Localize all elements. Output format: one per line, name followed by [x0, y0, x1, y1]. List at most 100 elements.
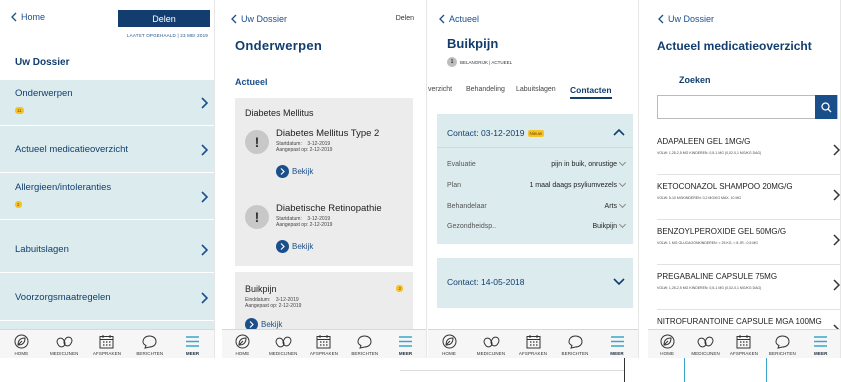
view-button[interactable]: Bekijk: [276, 240, 313, 253]
menu-item-label: Allergieen/intoleranties: [15, 182, 112, 193]
bottom-tab-bar: HOME MEDICIJNEN AFSPRAKEN BERICHTEN MEER: [222, 329, 426, 358]
contact-header[interactable]: Contact: 03-12-2019 Nieuw: [447, 128, 545, 138]
contact-panel-expanded: Contact: 03-12-2019 Nieuw Evaluatie pijn i…: [437, 114, 633, 244]
share-button[interactable]: Delen: [118, 10, 210, 27]
calendar-icon: [316, 335, 331, 349]
tab-berichten[interactable]: BERICHTEN: [763, 334, 801, 356]
tab-meer[interactable]: MEER: [596, 334, 638, 356]
tab-label: MEER: [398, 351, 413, 356]
chevron-left-icon: [11, 12, 17, 22]
medication-dose: VOLW: 1,25-2,5 MG KINDEREN: 0,5-1 MG (0,…: [657, 286, 762, 290]
tab-afspraken[interactable]: AFSPRAKEN: [725, 334, 763, 356]
tab-meer[interactable]: MEER: [171, 334, 214, 356]
tab-label: MEER: [814, 351, 828, 356]
view-label: Bekijk: [292, 242, 314, 251]
tab-label: BERICHTEN: [768, 351, 796, 356]
tab-home[interactable]: HOME: [222, 334, 263, 356]
divider-line: [684, 358, 685, 382]
arrow-right-icon: [276, 165, 289, 178]
back-label: Actueel: [449, 14, 480, 24]
tab-label: AFSPRAKEN: [729, 351, 759, 356]
app-showcase: Home Delen LAATST OPGEHAALD | 23 MEI 201…: [0, 0, 841, 382]
tab-berichten[interactable]: BERICHTEN: [344, 334, 385, 356]
medication-item[interactable]: PREGABALINE CAPSULE 75MG VOLW: 1,25-2,5 …: [657, 266, 840, 310]
medication-dose: VOLW: 1 MG GLUCAGONKINDEREN: < 25 KG, < …: [657, 241, 759, 245]
menu-item-label: Onderwerpen: [15, 88, 73, 99]
tab-meer[interactable]: MEER: [802, 334, 840, 356]
tab-home[interactable]: HOME: [428, 334, 470, 356]
tab-berichten[interactable]: BERICHTEN: [128, 334, 171, 356]
tab-medicijnen[interactable]: MEDICIJNEN: [43, 334, 86, 356]
divider-line: [400, 370, 624, 371]
chevron-up-icon[interactable]: [613, 128, 625, 136]
tab-medicijnen[interactable]: MEDICIJNEN: [686, 334, 724, 356]
topic-card-diabetes: Diabetes Mellitus ! Diabetes Mellitus Ty…: [235, 98, 413, 266]
back-actueel-link[interactable]: Actueel: [438, 14, 479, 24]
share-link[interactable]: Delen: [396, 15, 414, 22]
tab-overzicht[interactable]: verzicht: [428, 86, 452, 93]
section-heading: Actueel: [235, 77, 268, 87]
medicatie-screen: Uw Dossier Actueel medicatieoverzicht Zo…: [648, 0, 841, 358]
tab-meer[interactable]: MEER: [385, 334, 426, 356]
menu-item-voorzorgsmaatregelen[interactable]: Voorzorgsmaatregelen: [0, 275, 214, 321]
contact-row[interactable]: Gezondheidsp.. Buikpijn: [447, 220, 627, 232]
chevron-down-icon: [618, 200, 627, 209]
menu-icon: [814, 336, 828, 347]
tab-label: HOME: [442, 351, 456, 356]
menu-item-medicatieoverzicht[interactable]: Actueel medicatieoverzicht: [0, 127, 214, 173]
tab-label: MEDICIJNEN: [268, 351, 298, 356]
diagnosis-item: ! Diabetische Retinopathie Startdatum: 3…: [245, 203, 407, 263]
chat-icon: [775, 335, 790, 349]
medication-item[interactable]: KETOCONAZOL SHAMPOO 20MG/G VOLW: 5-10 MG…: [657, 176, 840, 220]
last-fetched-text: LAATST OPGEHAALD | 23 MEI 2019: [126, 33, 208, 38]
tab-label: AFSPRAKEN: [309, 351, 339, 356]
chat-icon: [142, 335, 157, 349]
tab-medicijnen[interactable]: MEDICIJNEN: [470, 334, 512, 356]
menu-item-labuitslagen[interactable]: Labuitslagen: [0, 227, 214, 273]
back-label: Uw Dossier: [241, 14, 288, 24]
search-label: Zoeken: [679, 75, 711, 85]
tab-afspraken[interactable]: AFSPRAKEN: [512, 334, 554, 356]
medication-item[interactable]: BENZOYLPEROXIDE GEL 50MG/G VOLW: 1 MG GL…: [657, 221, 840, 265]
search-field[interactable]: [657, 95, 838, 119]
tab-label: BERICHTEN: [561, 351, 589, 356]
pills-icon: [275, 336, 292, 348]
tab-label: MEER: [185, 351, 200, 356]
tab-afspraken[interactable]: AFSPRAKEN: [86, 334, 129, 356]
tab-contacten[interactable]: Contacten: [570, 85, 612, 99]
medication-item[interactable]: ADAPALEEN GEL 1MG/G VOLW: 1,25-2,5 MG KI…: [657, 131, 840, 175]
tab-afspraken[interactable]: AFSPRAKEN: [304, 334, 345, 356]
contact-panel-collapsed[interactable]: Contact: 14-05-2018: [437, 258, 633, 308]
back-dossier-link[interactable]: Uw Dossier: [657, 14, 714, 24]
view-button[interactable]: Bekijk: [276, 165, 313, 178]
leaf-icon: [442, 334, 456, 349]
menu-item-onderwerpen[interactable]: Onderwerpen 11: [0, 80, 214, 126]
page-title: Uw Dossier: [15, 57, 70, 68]
contact-row[interactable]: Behandelaar Arts: [447, 200, 627, 212]
leaf-icon: [14, 334, 29, 349]
search-button[interactable]: [815, 95, 837, 119]
back-dossier-link[interactable]: Uw Dossier: [230, 14, 287, 24]
dossier-menu: Onderwerpen 11 Actueel medicatieoverzicht…: [0, 80, 214, 329]
row-key: Evaluatie: [447, 160, 476, 168]
bottom-tab-bar: HOME MEDICIJNEN AFSPRAKEN BERICHTEN MEER: [0, 329, 214, 358]
medication-dose: VOLW: 5-10 MGKINDEREN: 0,2 MG/KG MAX. 10…: [657, 196, 742, 200]
tab-berichten[interactable]: BERICHTEN: [554, 334, 596, 356]
row-key: Plan: [447, 181, 462, 189]
chevron-left-icon: [231, 14, 237, 24]
tab-home[interactable]: HOME: [648, 334, 686, 356]
contact-row[interactable]: Evaluatie pijn in buik, onrustige: [447, 158, 627, 170]
medication-name: KETOCONAZOL SHAMPOO 20MG/G: [657, 182, 793, 191]
tab-label: HOME: [660, 351, 675, 356]
tab-labuitslagen[interactable]: Labuitslagen: [516, 86, 556, 93]
page-title: Actueel medicatieoverzicht: [657, 39, 812, 53]
menu-item-allergieen[interactable]: Allergieen/intoleranties 2: [0, 174, 214, 220]
tab-medicijnen[interactable]: MEDICIJNEN: [263, 334, 304, 356]
tab-label: MEER: [610, 351, 624, 356]
tab-behandeling[interactable]: Behandeling: [466, 86, 505, 93]
medication-dose: VOLW: 1,25-2,5 MG KINDEREN: 0,5-1 MG (0,…: [657, 151, 762, 155]
view-label: Bekijk: [292, 167, 314, 176]
tab-home[interactable]: HOME: [0, 334, 43, 356]
topic-title: Buikpijn: [245, 284, 277, 294]
contact-row[interactable]: Plan 1 maal daags psyliumvezels: [447, 179, 627, 191]
